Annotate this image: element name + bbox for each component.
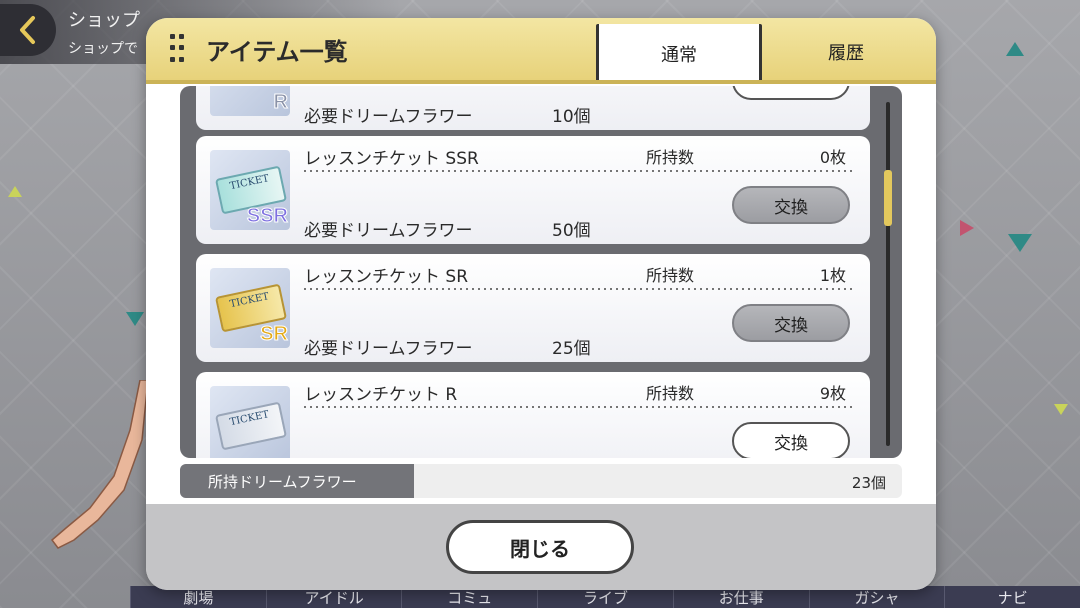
- item-name: レッスンチケット SSR: [304, 149, 479, 169]
- required-label: 必要ドリームフラワー: [304, 107, 473, 127]
- rank-label: SR: [260, 323, 289, 346]
- exchange-button[interactable]: 交換: [732, 186, 850, 224]
- confetti-shape: [1006, 42, 1024, 56]
- exchange-button[interactable]: [732, 86, 850, 100]
- shop-subtitle: ショップで: [68, 41, 138, 57]
- list-item: R 必要ドリームフラワー 10個: [196, 86, 870, 130]
- owned-label: 所持数: [646, 148, 695, 167]
- back-button[interactable]: [0, 4, 56, 56]
- rank-label: R: [273, 91, 288, 114]
- exchange-button[interactable]: 交換: [732, 422, 850, 458]
- item-name: レッスンチケット SR: [304, 267, 469, 287]
- tab-normal[interactable]: 通常: [596, 24, 762, 84]
- required-label: 必要ドリームフラワー: [304, 221, 473, 241]
- lesson-ticket-sr-icon: TICKET SR: [210, 268, 290, 348]
- required-value: 50個: [552, 221, 591, 241]
- owned-label: 所持数: [646, 384, 695, 403]
- scrollbar-thumb[interactable]: [884, 170, 892, 226]
- dotted-divider: [302, 170, 854, 172]
- scrollbar-track[interactable]: [886, 102, 890, 446]
- confetti-shape: [1008, 234, 1032, 252]
- item-list[interactable]: R 必要ドリームフラワー 10個 TICKET SSR レッスンチケット SSR…: [180, 86, 902, 458]
- lesson-ticket-r-icon: TICKET: [210, 386, 290, 458]
- item-list-modal: アイテム一覧 通常 履歴 R 必要ドリームフラワー 10個 TICKET SSR…: [146, 18, 936, 590]
- list-item: TICKET SR レッスンチケット SR 所持数 1枚 必要ドリームフラワー …: [196, 254, 870, 362]
- modal-footer: 閉じる: [146, 504, 936, 590]
- dotted-divider: [302, 288, 854, 290]
- owned-value: 0枚: [819, 148, 846, 167]
- owned-value: 1枚: [819, 266, 846, 285]
- confetti-shape: [8, 186, 22, 197]
- exchange-button[interactable]: 交換: [732, 304, 850, 342]
- close-button[interactable]: 閉じる: [446, 520, 634, 574]
- tab-history[interactable]: 履歴: [766, 24, 926, 80]
- currency-value: 23個: [851, 474, 886, 492]
- required-label: 必要ドリームフラワー: [304, 339, 473, 359]
- owned-value: 9枚: [819, 384, 846, 403]
- nav-item-navi[interactable]: ナビ: [944, 586, 1080, 608]
- dotted-divider: [302, 406, 854, 408]
- confetti-shape: [960, 220, 974, 236]
- list-item: TICKET SSR レッスンチケット SSR 所持数 0枚 必要ドリームフラワ…: [196, 136, 870, 244]
- required-value: 10個: [552, 107, 591, 127]
- shop-title: ショップ: [68, 10, 140, 31]
- lesson-ticket-r-icon: R: [210, 86, 290, 116]
- owned-label: 所持数: [646, 266, 695, 285]
- currency-bar: 所持ドリームフラワー 23個: [180, 464, 902, 498]
- ticket-label: TICKET: [214, 401, 288, 451]
- currency-label: 所持ドリームフラワー: [180, 464, 414, 498]
- confetti-shape: [1054, 404, 1068, 415]
- grip-icon: [170, 34, 184, 64]
- lesson-ticket-ssr-icon: TICKET SSR: [210, 150, 290, 230]
- rank-label: SSR: [246, 205, 288, 228]
- confetti-shape: [126, 312, 144, 326]
- modal-header: アイテム一覧 通常 履歴: [146, 18, 936, 84]
- required-value: 25個: [552, 339, 591, 359]
- header-divider: [146, 80, 936, 84]
- modal-title: アイテム一覧: [206, 38, 348, 66]
- list-item: TICKET レッスンチケット R 所持数 9枚 交換: [196, 372, 870, 458]
- chevron-left-icon: [20, 16, 35, 44]
- character-arm: [50, 380, 149, 549]
- item-name: レッスンチケット R: [304, 385, 458, 405]
